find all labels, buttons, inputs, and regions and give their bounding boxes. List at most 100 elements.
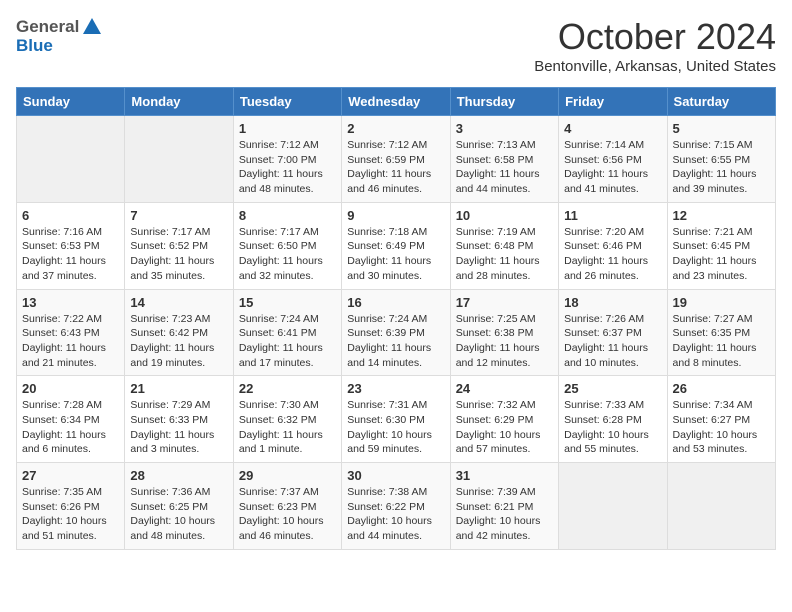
calendar-week-5: 27 Sunrise: 7:35 AMSunset: 6:26 PMDayligh… <box>17 463 776 550</box>
day-detail: Sunrise: 7:21 AMSunset: 6:45 PMDaylight:… <box>673 225 770 284</box>
page-header: General Blue October 2024 Bentonville, A… <box>16 16 776 75</box>
day-detail: Sunrise: 7:15 AMSunset: 6:55 PMDaylight:… <box>673 138 770 197</box>
calendar-cell: 6Sunrise: 7:16 AMSunset: 6:53 PMDaylight… <box>17 202 125 289</box>
calendar-cell: 12 Sunrise: 7:21 AMSunset: 6:45 PMDayligh… <box>667 202 775 289</box>
day-number: 4 <box>564 121 661 136</box>
day-number: 14 <box>130 295 227 310</box>
day-number: 16 <box>347 295 444 310</box>
day-number: 28 <box>130 468 227 483</box>
calendar-cell: 5Sunrise: 7:15 AMSunset: 6:55 PMDaylight… <box>667 116 775 203</box>
calendar-header-row: SundayMondayTuesdayWednesdayThursdayFrid… <box>17 88 776 116</box>
day-detail: Sunrise: 7:31 AMSunset: 6:30 PMDaylight:… <box>347 398 444 457</box>
title-area: October 2024 Bentonville, Arkansas, Unit… <box>534 16 776 75</box>
day-detail: Sunrise: 7:35 AMSunset: 6:26 PMDaylight:… <box>22 485 119 544</box>
day-detail: Sunrise: 7:17 AMSunset: 6:50 PMDaylight:… <box>239 225 336 284</box>
calendar-cell: 29 Sunrise: 7:37 AMSunset: 6:23 PMDayligh… <box>233 463 341 550</box>
calendar-cell: 22 Sunrise: 7:30 AMSunset: 6:32 PMDayligh… <box>233 376 341 463</box>
day-number: 15 <box>239 295 336 310</box>
day-detail: Sunrise: 7:13 AMSunset: 6:58 PMDaylight:… <box>456 138 553 197</box>
day-number: 13 <box>22 295 119 310</box>
day-number: 22 <box>239 381 336 396</box>
calendar-cell: 10 Sunrise: 7:19 AMSunset: 6:48 PMDayligh… <box>450 202 558 289</box>
day-number: 19 <box>673 295 770 310</box>
day-detail: Sunrise: 7:17 AMSunset: 6:52 PMDaylight:… <box>130 225 227 284</box>
day-detail: Sunrise: 7:12 AMSunset: 7:00 PMDaylight:… <box>239 138 336 197</box>
calendar-cell: 31 Sunrise: 7:39 AMSunset: 6:21 PMDayligh… <box>450 463 558 550</box>
day-detail: Sunrise: 7:23 AMSunset: 6:42 PMDaylight:… <box>130 312 227 371</box>
calendar-cell: 14 Sunrise: 7:23 AMSunset: 6:42 PMDayligh… <box>125 289 233 376</box>
day-header-thursday: Thursday <box>450 88 558 116</box>
day-detail: Sunrise: 7:29 AMSunset: 6:33 PMDaylight:… <box>130 398 227 457</box>
calendar-cell: 30 Sunrise: 7:38 AMSunset: 6:22 PMDayligh… <box>342 463 450 550</box>
day-detail: Sunrise: 7:38 AMSunset: 6:22 PMDaylight:… <box>347 485 444 544</box>
logo-general-text: General <box>16 17 79 37</box>
day-number: 26 <box>673 381 770 396</box>
day-number: 18 <box>564 295 661 310</box>
calendar-week-4: 20Sunrise: 7:28 AMSunset: 6:34 PMDayligh… <box>17 376 776 463</box>
logo-blue-text: Blue <box>16 36 53 56</box>
day-header-sunday: Sunday <box>17 88 125 116</box>
calendar-cell: 26 Sunrise: 7:34 AMSunset: 6:27 PMDayligh… <box>667 376 775 463</box>
calendar-cell: 9Sunrise: 7:18 AMSunset: 6:49 PMDaylight… <box>342 202 450 289</box>
day-number: 6 <box>22 208 119 223</box>
day-detail: Sunrise: 7:33 AMSunset: 6:28 PMDaylight:… <box>564 398 661 457</box>
calendar-cell: 3 Sunrise: 7:13 AMSunset: 6:58 PMDaylight… <box>450 116 558 203</box>
day-number: 3 <box>456 121 553 136</box>
day-detail: Sunrise: 7:25 AMSunset: 6:38 PMDaylight:… <box>456 312 553 371</box>
day-detail: Sunrise: 7:39 AMSunset: 6:21 PMDaylight:… <box>456 485 553 544</box>
day-number: 27 <box>22 468 119 483</box>
day-header-monday: Monday <box>125 88 233 116</box>
calendar-cell: 15Sunrise: 7:24 AMSunset: 6:41 PMDayligh… <box>233 289 341 376</box>
day-number: 12 <box>673 208 770 223</box>
calendar-cell: 21 Sunrise: 7:29 AMSunset: 6:33 PMDayligh… <box>125 376 233 463</box>
calendar-cell: 4 Sunrise: 7:14 AMSunset: 6:56 PMDaylight… <box>559 116 667 203</box>
day-detail: Sunrise: 7:32 AMSunset: 6:29 PMDaylight:… <box>456 398 553 457</box>
day-number: 7 <box>130 208 227 223</box>
day-detail: Sunrise: 7:14 AMSunset: 6:56 PMDaylight:… <box>564 138 661 197</box>
calendar-cell: 2Sunrise: 7:12 AMSunset: 6:59 PMDaylight… <box>342 116 450 203</box>
calendar-cell <box>667 463 775 550</box>
logo: General Blue <box>16 16 103 56</box>
calendar-cell <box>125 116 233 203</box>
calendar-table: SundayMondayTuesdayWednesdayThursdayFrid… <box>16 87 776 550</box>
day-header-saturday: Saturday <box>667 88 775 116</box>
day-number: 9 <box>347 208 444 223</box>
calendar-week-2: 6Sunrise: 7:16 AMSunset: 6:53 PMDaylight… <box>17 202 776 289</box>
day-header-friday: Friday <box>559 88 667 116</box>
day-number: 31 <box>456 468 553 483</box>
day-detail: Sunrise: 7:20 AMSunset: 6:46 PMDaylight:… <box>564 225 661 284</box>
calendar-cell: 8Sunrise: 7:17 AMSunset: 6:50 PMDaylight… <box>233 202 341 289</box>
day-number: 2 <box>347 121 444 136</box>
calendar-cell: 17Sunrise: 7:25 AMSunset: 6:38 PMDayligh… <box>450 289 558 376</box>
day-number: 30 <box>347 468 444 483</box>
day-detail: Sunrise: 7:22 AMSunset: 6:43 PMDaylight:… <box>22 312 119 371</box>
calendar-cell: 28Sunrise: 7:36 AMSunset: 6:25 PMDayligh… <box>125 463 233 550</box>
day-number: 21 <box>130 381 227 396</box>
calendar-cell: 20Sunrise: 7:28 AMSunset: 6:34 PMDayligh… <box>17 376 125 463</box>
day-detail: Sunrise: 7:37 AMSunset: 6:23 PMDaylight:… <box>239 485 336 544</box>
day-detail: Sunrise: 7:34 AMSunset: 6:27 PMDaylight:… <box>673 398 770 457</box>
day-number: 23 <box>347 381 444 396</box>
day-number: 29 <box>239 468 336 483</box>
calendar-week-1: 1 Sunrise: 7:12 AMSunset: 7:00 PMDaylight… <box>17 116 776 203</box>
day-detail: Sunrise: 7:26 AMSunset: 6:37 PMDaylight:… <box>564 312 661 371</box>
day-number: 11 <box>564 208 661 223</box>
day-number: 1 <box>239 121 336 136</box>
calendar-cell: 24Sunrise: 7:32 AMSunset: 6:29 PMDayligh… <box>450 376 558 463</box>
logo-icon <box>81 16 103 38</box>
calendar-cell <box>17 116 125 203</box>
day-detail: Sunrise: 7:28 AMSunset: 6:34 PMDaylight:… <box>22 398 119 457</box>
calendar-title: October 2024 <box>534 16 776 58</box>
calendar-cell: 13 Sunrise: 7:22 AMSunset: 6:43 PMDayligh… <box>17 289 125 376</box>
calendar-cell: 7 Sunrise: 7:17 AMSunset: 6:52 PMDaylight… <box>125 202 233 289</box>
calendar-cell: 11 Sunrise: 7:20 AMSunset: 6:46 PMDayligh… <box>559 202 667 289</box>
day-detail: Sunrise: 7:19 AMSunset: 6:48 PMDaylight:… <box>456 225 553 284</box>
calendar-cell: 25Sunrise: 7:33 AMSunset: 6:28 PMDayligh… <box>559 376 667 463</box>
calendar-cell: 16 Sunrise: 7:24 AMSunset: 6:39 PMDayligh… <box>342 289 450 376</box>
day-detail: Sunrise: 7:30 AMSunset: 6:32 PMDaylight:… <box>239 398 336 457</box>
day-detail: Sunrise: 7:27 AMSunset: 6:35 PMDaylight:… <box>673 312 770 371</box>
calendar-week-3: 13 Sunrise: 7:22 AMSunset: 6:43 PMDayligh… <box>17 289 776 376</box>
day-detail: Sunrise: 7:24 AMSunset: 6:39 PMDaylight:… <box>347 312 444 371</box>
calendar-cell: 18 Sunrise: 7:26 AMSunset: 6:37 PMDayligh… <box>559 289 667 376</box>
day-number: 10 <box>456 208 553 223</box>
